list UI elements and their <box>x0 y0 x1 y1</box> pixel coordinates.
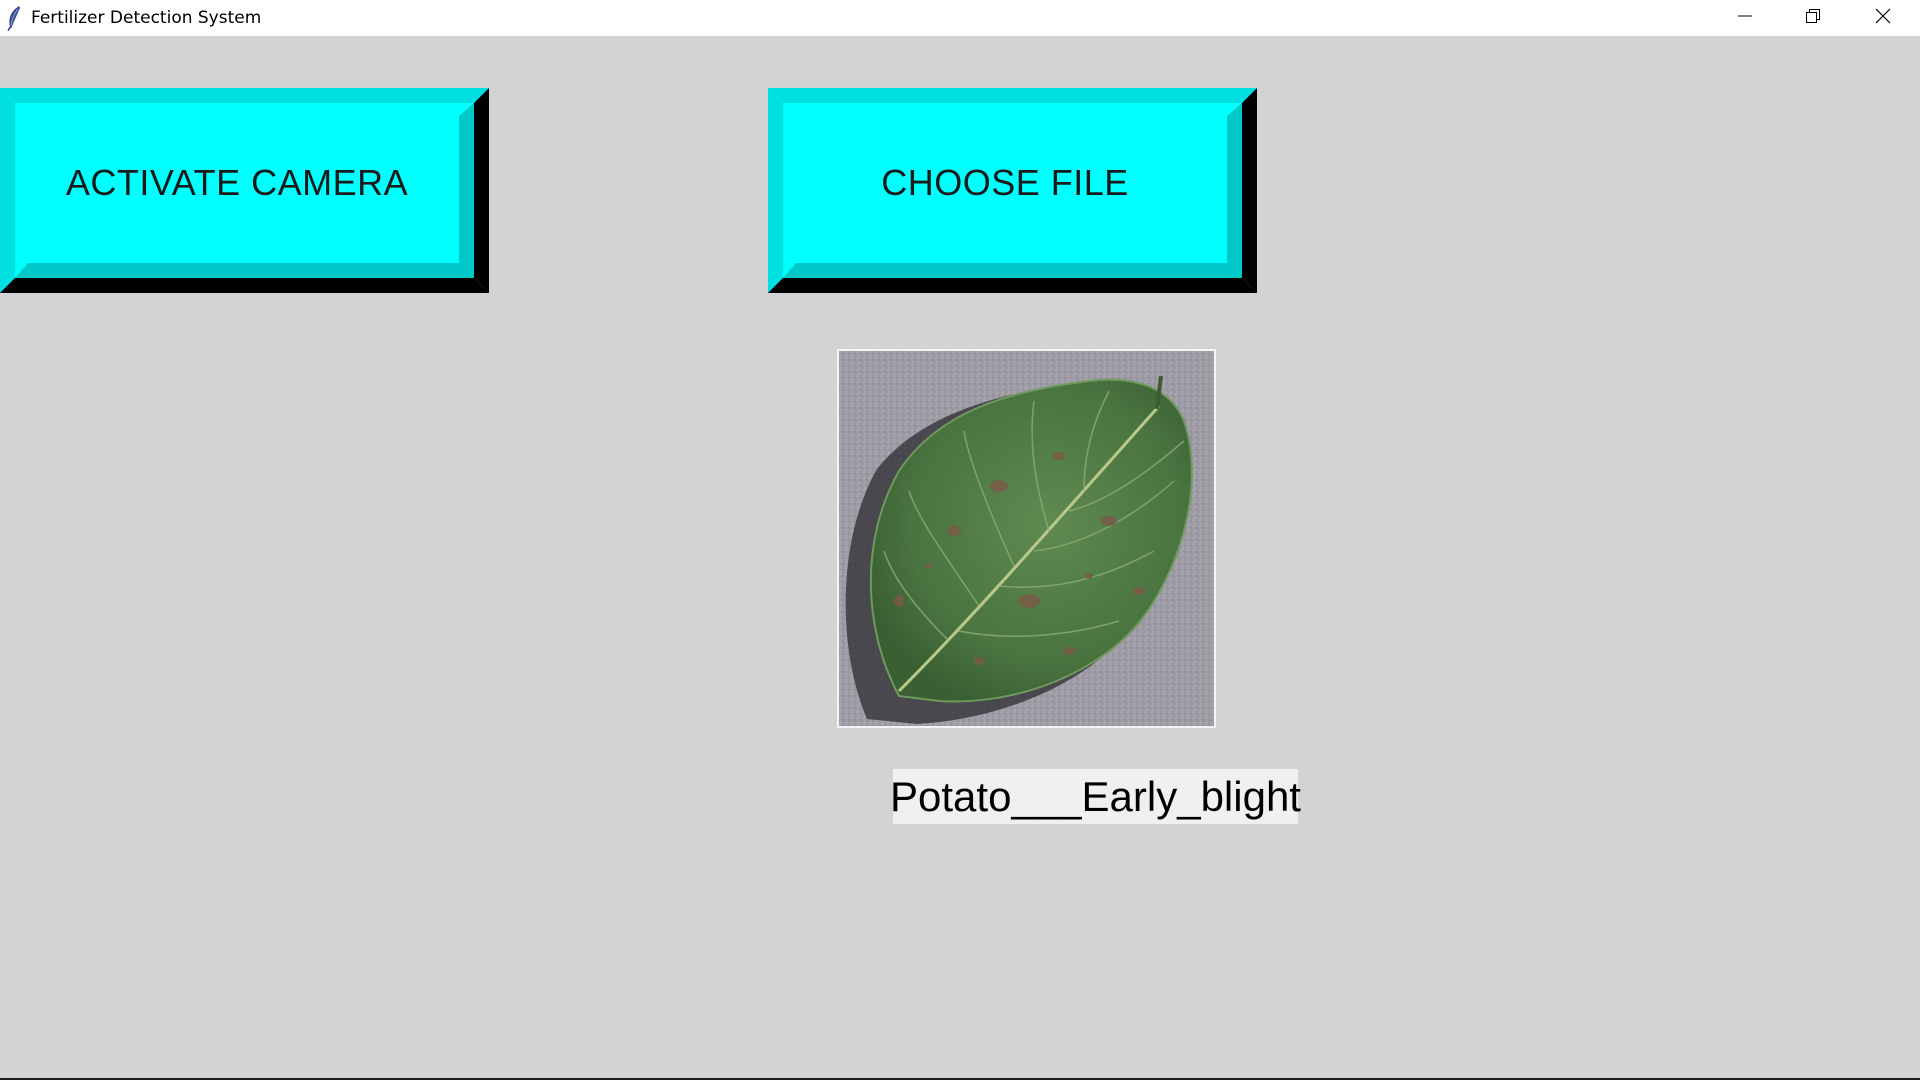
title-bar[interactable]: Fertilizer Detection System <box>0 0 1920 36</box>
choose-file-button[interactable]: CHOOSE FILE <box>768 88 1257 293</box>
feather-icon <box>5 5 23 32</box>
window-title: Fertilizer Detection System <box>31 8 262 28</box>
restore-button[interactable] <box>1778 0 1848 36</box>
activate-camera-label: ACTIVATE CAMERA <box>65 162 409 203</box>
choose-file-label: CHOOSE FILE <box>881 162 1129 203</box>
minimize-button[interactable] <box>1710 0 1780 36</box>
app-window: Fertilizer Detection System ACTIVATE CAM… <box>0 0 1920 1080</box>
activate-camera-button[interactable]: ACTIVATE CAMERA <box>0 88 489 293</box>
prediction-result-label: Potato___Early_blight <box>890 769 1301 824</box>
close-button[interactable] <box>1848 0 1918 36</box>
restore-icon <box>1805 8 1821 29</box>
potato-leaf-image <box>837 349 1216 728</box>
close-icon <box>1875 8 1891 29</box>
minimize-icon <box>1737 8 1753 29</box>
